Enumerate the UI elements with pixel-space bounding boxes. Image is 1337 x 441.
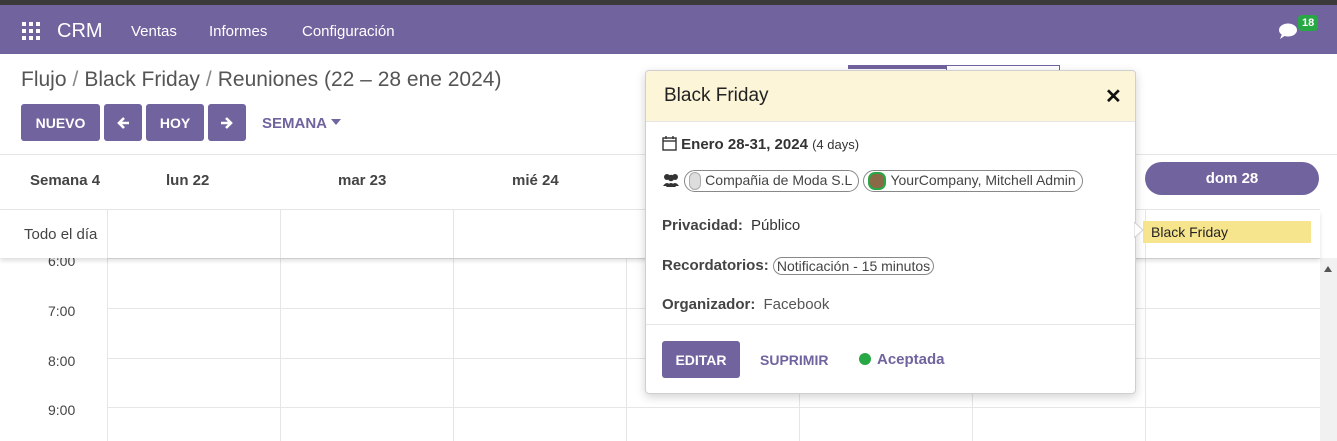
attendees-row: Compañia de Moda S.L YourCompany, Mitche… bbox=[662, 170, 1083, 193]
reminders-label: Recordatorios: bbox=[662, 257, 769, 274]
arrow-right-icon bbox=[221, 116, 233, 129]
caret-down-icon bbox=[330, 119, 341, 125]
delete-button[interactable]: SUPRIMIR bbox=[760, 352, 828, 368]
reminder-tag[interactable]: Notificación - 15 minutos bbox=[772, 257, 935, 276]
breadcrumb-item-flujo[interactable]: Flujo bbox=[21, 68, 67, 91]
scale-dropdown-label: SEMANA bbox=[262, 115, 327, 132]
edit-button[interactable]: EDITAR bbox=[662, 341, 740, 378]
day-header-lun[interactable]: lun 22 bbox=[166, 172, 209, 189]
privacy-label: Privacidad: bbox=[662, 217, 743, 234]
menu-configuracion[interactable]: Configuración bbox=[302, 23, 395, 40]
popover-title: Black Friday bbox=[664, 85, 769, 106]
close-icon[interactable]: ✕ bbox=[1105, 84, 1122, 109]
grid-column-line bbox=[280, 258, 281, 441]
view-switcher-active[interactable] bbox=[848, 65, 947, 69]
popover-divider bbox=[646, 324, 1135, 325]
hour-label: 8:00 bbox=[48, 353, 76, 369]
today-button[interactable]: HOY bbox=[146, 104, 204, 141]
day-header-mie[interactable]: mié 24 bbox=[512, 172, 559, 189]
next-button[interactable] bbox=[208, 104, 246, 141]
organizer-value: Facebook bbox=[763, 296, 830, 313]
users-icon bbox=[663, 174, 679, 188]
privacy-row: Privacidad: Público bbox=[662, 217, 800, 234]
status-label: Aceptada bbox=[877, 351, 945, 368]
event-date: Enero 28-31, 2024 bbox=[681, 136, 808, 153]
hour-label: 7:00 bbox=[48, 303, 76, 319]
week-number-label: Semana 4 bbox=[30, 172, 101, 189]
grid-hour-line bbox=[108, 407, 1320, 408]
top-navbar: CRM Ventas Informes Configuración 18 bbox=[0, 5, 1337, 54]
attendee-name: Compañia de Moda S.L bbox=[705, 172, 853, 188]
chat-icon[interactable] bbox=[1278, 23, 1298, 39]
event-popover: Black Friday ✕ Enero 28-31, 2024 (4 days… bbox=[645, 70, 1136, 394]
grid-column-line bbox=[1145, 258, 1146, 441]
hour-label: 9:00 bbox=[48, 402, 76, 418]
popover-header: Black Friday ✕ bbox=[646, 71, 1135, 122]
previous-button[interactable] bbox=[104, 104, 142, 141]
all-day-cell[interactable] bbox=[453, 210, 454, 258]
attendance-status[interactable]: Aceptada bbox=[859, 351, 945, 368]
day-header-mar[interactable]: mar 23 bbox=[338, 172, 386, 189]
scroll-up-icon[interactable] bbox=[1324, 266, 1332, 272]
new-button[interactable]: NUEVO bbox=[21, 104, 100, 141]
event-duration: (4 days) bbox=[812, 137, 860, 152]
day-header-today[interactable]: dom 28 bbox=[1145, 162, 1319, 195]
reminders-row: Recordatorios: Notificación - 15 minutos bbox=[662, 257, 935, 276]
breadcrumb: Flujo / Black Friday / Reuniones (22 – 28 en… bbox=[21, 68, 501, 92]
arrow-left-icon bbox=[117, 116, 129, 129]
attendee-name: YourCompany, Mitchell Admin bbox=[890, 172, 1076, 188]
popover-arrow bbox=[1134, 222, 1144, 238]
calendar-icon bbox=[662, 136, 677, 151]
menu-ventas[interactable]: Ventas bbox=[131, 23, 177, 40]
organizer-label: Organizador: bbox=[662, 296, 756, 313]
breadcrumb-separator: / bbox=[205, 68, 212, 91]
status-dot-icon bbox=[859, 353, 871, 365]
breadcrumb-item-current: Reuniones (22 – 28 ene 2024) bbox=[217, 68, 502, 91]
attendee-avatar bbox=[689, 172, 702, 191]
attendee-tag[interactable]: YourCompany, Mitchell Admin bbox=[863, 170, 1083, 193]
messages-count-badge: 18 bbox=[1298, 15, 1319, 31]
app-brand[interactable]: CRM bbox=[57, 20, 103, 43]
attendee-tag[interactable]: Compañia de Moda S.L bbox=[684, 170, 860, 193]
attendee-avatar bbox=[868, 172, 887, 191]
breadcrumb-separator: / bbox=[72, 68, 79, 91]
all-day-cell[interactable] bbox=[107, 210, 108, 258]
apps-menu-icon[interactable] bbox=[22, 22, 40, 40]
all-day-label: Todo el día bbox=[24, 226, 98, 243]
grid-column-line bbox=[107, 258, 108, 441]
grid-column-line bbox=[626, 258, 627, 441]
event-date-row: Enero 28-31, 2024 (4 days) bbox=[662, 135, 859, 153]
organizer-row: Organizador: Facebook bbox=[662, 296, 829, 313]
scale-dropdown[interactable]: SEMANA bbox=[262, 115, 341, 132]
calendar-event-black-friday[interactable]: Black Friday bbox=[1143, 221, 1311, 243]
breadcrumb-item-black-friday[interactable]: Black Friday bbox=[84, 68, 200, 91]
menu-informes[interactable]: Informes bbox=[209, 23, 267, 40]
all-day-cell[interactable] bbox=[280, 210, 281, 258]
grid-column-line bbox=[453, 258, 454, 441]
privacy-value: Público bbox=[751, 217, 801, 234]
vertical-scrollbar[interactable] bbox=[1320, 258, 1337, 441]
